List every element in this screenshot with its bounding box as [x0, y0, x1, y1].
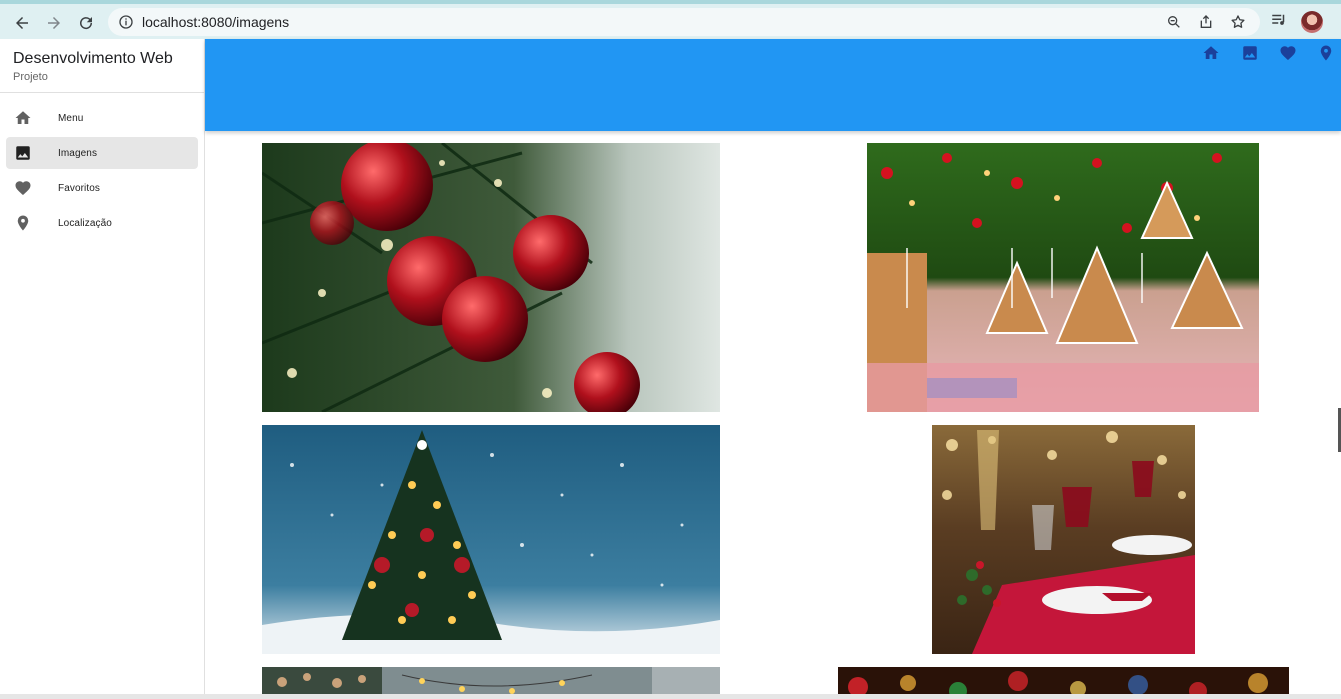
- url-text: localhost:8080/imagens: [142, 14, 290, 30]
- image-gallery: [205, 131, 1341, 699]
- image-icon: [14, 144, 32, 162]
- drawer-item-label: Menu: [58, 112, 84, 124]
- drawer-subtitle: Projeto: [13, 71, 48, 83]
- drawer-item-imagens[interactable]: Imagens: [6, 137, 198, 169]
- image-icon[interactable]: [1240, 43, 1260, 63]
- info-icon[interactable]: [118, 14, 134, 35]
- profile-avatar[interactable]: [1301, 11, 1323, 33]
- browser-toolbar: localhost:8080/imagens: [0, 0, 1341, 39]
- reload-icon[interactable]: [74, 11, 98, 35]
- drawer-list: Menu Imagens Favoritos Localização: [0, 93, 204, 239]
- gallery-image-tree-snow[interactable]: [262, 425, 720, 654]
- location-pin-icon[interactable]: [1316, 43, 1336, 63]
- gallery-image-wine-glasses[interactable]: [932, 425, 1195, 654]
- zoom-out-icon[interactable]: [1166, 14, 1182, 35]
- forward-icon[interactable]: [42, 11, 66, 35]
- drawer-item-label: Favoritos: [58, 182, 101, 194]
- drawer-item-localizacao[interactable]: Localização: [6, 207, 198, 239]
- address-bar[interactable]: localhost:8080/imagens: [108, 8, 1260, 36]
- gallery-image-dinner-table[interactable]: [867, 143, 1259, 412]
- share-icon[interactable]: [1198, 14, 1214, 35]
- location-pin-icon: [14, 214, 32, 232]
- drawer-title: Desenvolvimento Web: [13, 50, 173, 67]
- star-icon[interactable]: [1230, 14, 1246, 35]
- home-icon[interactable]: [1201, 43, 1221, 63]
- navigation-drawer: Desenvolvimento Web Projeto Menu Imagens…: [0, 39, 205, 699]
- home-icon: [14, 109, 32, 127]
- heart-icon: [14, 179, 32, 197]
- drawer-header: Desenvolvimento Web Projeto: [0, 39, 204, 93]
- drawer-item-favoritos[interactable]: Favoritos: [6, 172, 198, 204]
- gallery-image-ornaments[interactable]: [262, 143, 720, 412]
- heart-icon[interactable]: [1278, 43, 1298, 63]
- drawer-item-label: Localização: [58, 217, 112, 229]
- media-icon[interactable]: [1270, 11, 1288, 34]
- app-bar: [205, 39, 1341, 131]
- back-icon[interactable]: [10, 11, 34, 35]
- drawer-item-menu[interactable]: Menu: [6, 102, 198, 134]
- horizontal-scrollbar[interactable]: [0, 694, 1341, 699]
- drawer-item-label: Imagens: [58, 147, 98, 159]
